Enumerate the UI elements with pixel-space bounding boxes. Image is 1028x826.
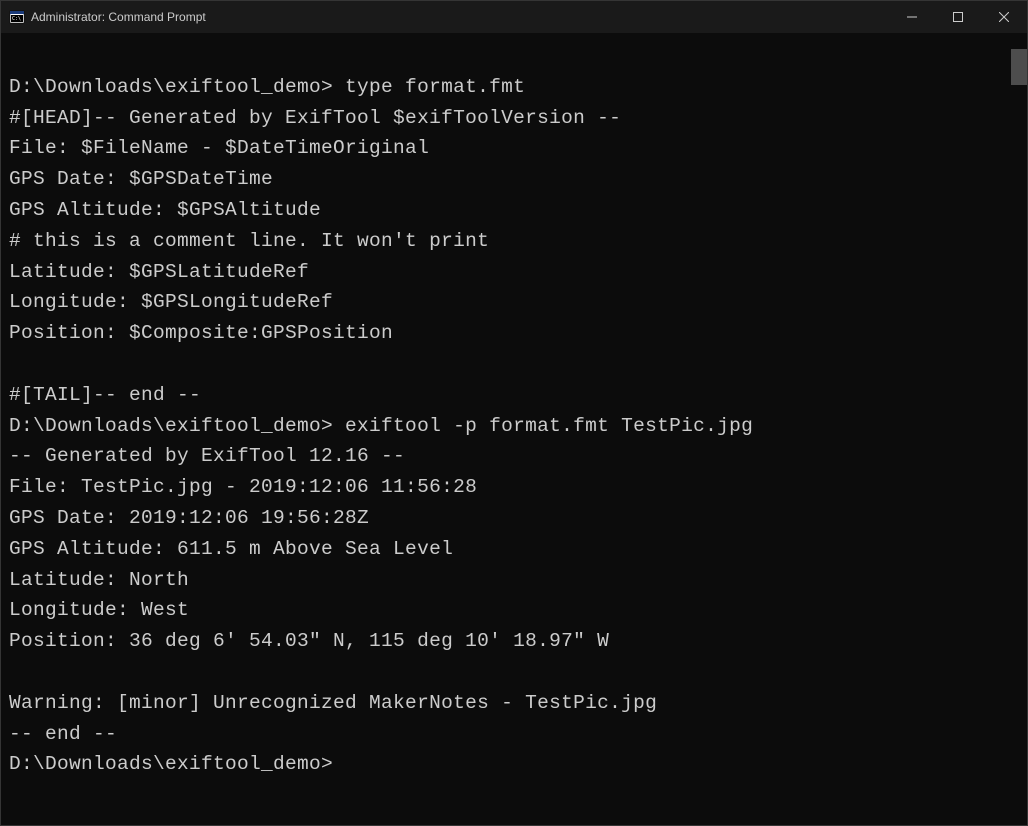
titlebar[interactable]: C:\ Administrator: Command Prompt — [1, 1, 1027, 33]
window-title: Administrator: Command Prompt — [31, 10, 889, 24]
scrollbar-thumb[interactable] — [1011, 49, 1027, 85]
maximize-button[interactable] — [935, 1, 981, 33]
cmd-icon: C:\ — [9, 9, 25, 25]
close-button[interactable] — [981, 1, 1027, 33]
window-controls — [889, 1, 1027, 33]
minimize-button[interactable] — [889, 1, 935, 33]
terminal-output: D:\Downloads\exiftool_demo> type format.… — [1, 33, 1027, 825]
scrollbar[interactable] — [1011, 33, 1027, 825]
command-prompt-window: C:\ Administrator: Command Prompt D:\Dow… — [0, 0, 1028, 826]
terminal-body[interactable]: D:\Downloads\exiftool_demo> type format.… — [1, 33, 1027, 825]
svg-text:C:\: C:\ — [12, 16, 21, 22]
